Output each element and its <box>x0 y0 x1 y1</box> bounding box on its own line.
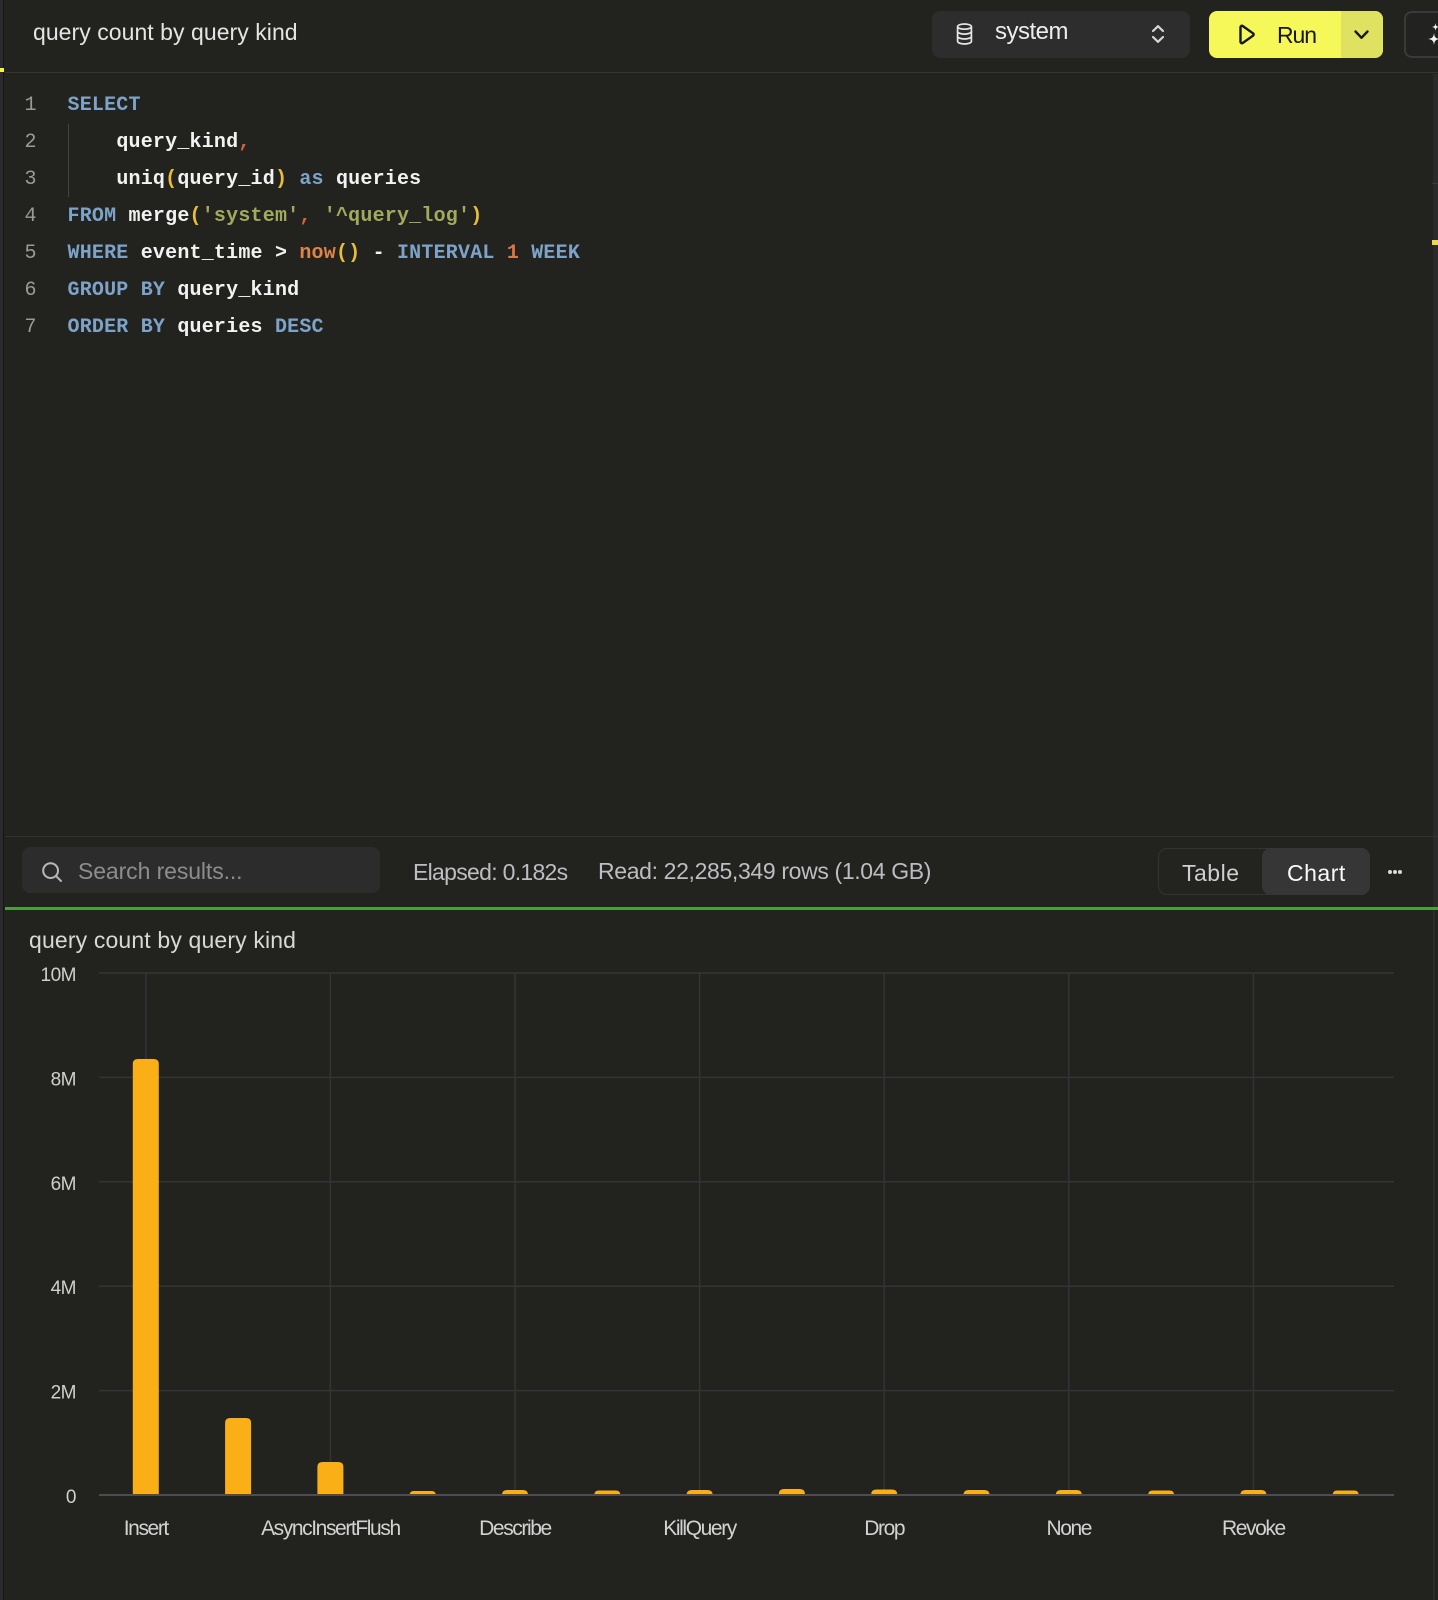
svg-text:0: 0 <box>66 1487 76 1508</box>
svg-text:AsyncInsertFlush: AsyncInsertFlush <box>261 1517 400 1540</box>
svg-text:KillQuery: KillQuery <box>663 1517 737 1540</box>
svg-text:10M: 10M <box>41 965 76 986</box>
svg-text:None: None <box>1046 1517 1091 1540</box>
svg-text:Describe: Describe <box>479 1517 551 1540</box>
svg-text:2M: 2M <box>51 1383 76 1404</box>
svg-text:Revoke: Revoke <box>1222 1517 1286 1540</box>
svg-text:Insert: Insert <box>124 1517 170 1540</box>
svg-text:4M: 4M <box>51 1278 76 1299</box>
svg-text:8M: 8M <box>51 1069 76 1090</box>
svg-text:6M: 6M <box>51 1174 76 1195</box>
svg-text:Drop: Drop <box>864 1517 905 1540</box>
